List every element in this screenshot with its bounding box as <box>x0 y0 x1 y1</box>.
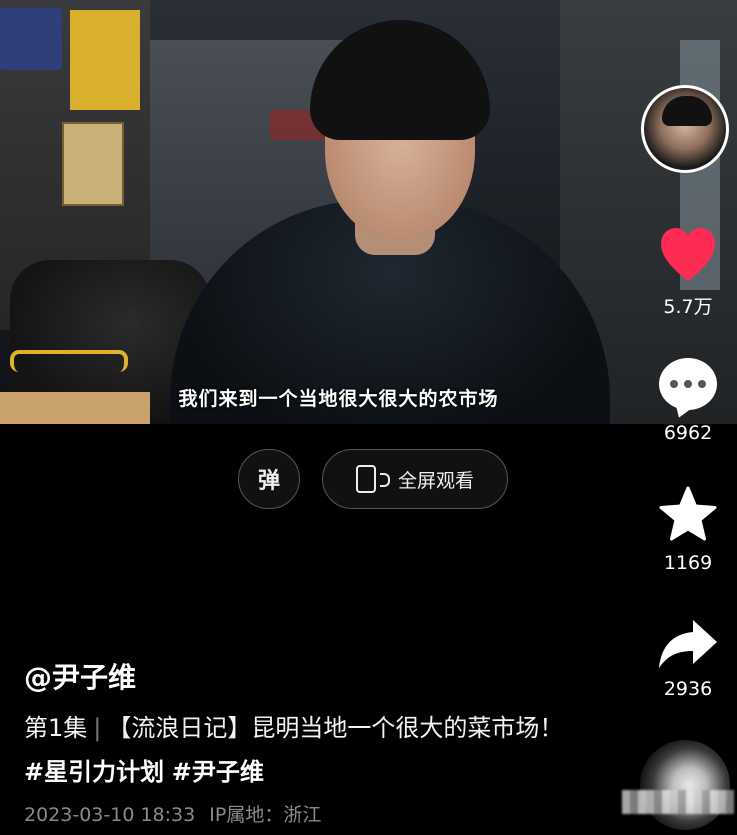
person-hair <box>310 20 490 140</box>
share-arrow-icon <box>659 620 717 668</box>
episode-label[interactable]: 第1集 <box>24 714 87 742</box>
video-player[interactable]: 我们来到一个当地很大很大的农市场 <box>0 0 737 424</box>
rotate-phone-icon <box>355 465 390 493</box>
author-avatar[interactable] <box>641 85 729 173</box>
hashtag[interactable]: #星引力计划 <box>24 758 164 786</box>
post-date: 2023-03-10 18:33 <box>24 804 196 826</box>
share-button[interactable] <box>656 612 720 676</box>
ip-location: IP属地：浙江 <box>209 804 322 826</box>
watermark-mosaic <box>622 790 734 814</box>
fullscreen-button[interactable]: 全屏观看 <box>322 449 508 509</box>
like-button[interactable] <box>656 222 720 286</box>
post-meta: 2023-03-10 18:33 IP属地：浙江 <box>24 800 321 827</box>
scooter-rack <box>10 350 128 372</box>
shop-poster <box>62 122 124 206</box>
post-description: 第1集 | 【流浪日记】昆明当地一个很大的菜市场！ #星引力计划 #尹子维 <box>24 706 584 794</box>
shop-sign <box>70 10 140 110</box>
comment-count: 6962 <box>663 422 713 444</box>
heart-icon <box>661 228 715 281</box>
favorite-button[interactable] <box>656 482 720 546</box>
avatar-hair <box>662 96 712 126</box>
author-name[interactable]: @尹子维 <box>24 656 136 696</box>
danmu-toggle-button[interactable]: 弹 <box>238 449 300 509</box>
star-icon <box>659 486 717 541</box>
fullscreen-label: 全屏观看 <box>397 469 474 492</box>
danmu-label: 弹 <box>257 469 280 494</box>
comment-button[interactable] <box>656 352 720 416</box>
favorite-count: 1169 <box>663 552 713 574</box>
post-title: 【流浪日记】昆明当地一个很大的菜市场！ <box>107 714 564 742</box>
comment-icon <box>659 358 717 410</box>
like-count: 5.7万 <box>663 296 713 318</box>
video-subtitle: 我们来到一个当地很大很大的农市场 <box>178 388 499 410</box>
separator: | <box>93 714 102 742</box>
music-disc[interactable] <box>640 740 730 830</box>
shop-sign <box>0 8 62 70</box>
hashtag[interactable]: #尹子维 <box>172 758 264 786</box>
share-count: 2936 <box>663 678 713 700</box>
